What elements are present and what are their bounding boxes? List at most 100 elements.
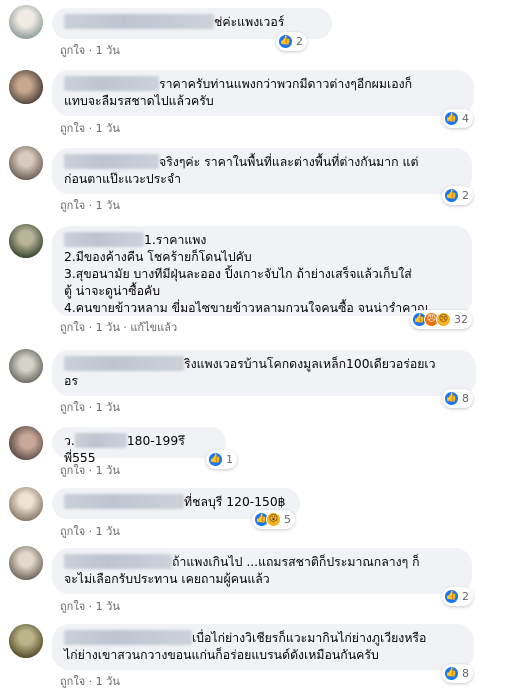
reaction-summary[interactable]: 👍 2 xyxy=(442,186,473,205)
reaction-count: 4 xyxy=(462,112,469,125)
reaction-summary[interactable]: 👍 2 xyxy=(442,587,473,606)
author-name[interactable] xyxy=(64,630,192,645)
like-icon: 👍 xyxy=(444,391,459,406)
avatar[interactable] xyxy=(9,70,43,104)
reaction-count: 8 xyxy=(462,667,469,680)
separator: · xyxy=(88,525,93,538)
like-icon: 👍 xyxy=(444,188,459,203)
author-name[interactable] xyxy=(64,494,184,509)
comment-time[interactable]: 1 วัน xyxy=(96,401,120,415)
comment-actions: ถูกใจ · 1 วัน xyxy=(60,600,120,614)
reaction-summary[interactable]: 👍 😮 5 xyxy=(252,510,295,529)
reaction-count: 2 xyxy=(296,35,303,48)
comment-text-line: ที่ชลบุรี 120-150฿ xyxy=(184,495,286,509)
author-prefix[interactable]: ว. xyxy=(64,434,75,448)
like-button[interactable]: ถูกใจ xyxy=(60,525,85,539)
like-button[interactable]: ถูกใจ xyxy=(60,44,85,58)
comment-actions: ถูกใจ · 1 วัน · แก้ไขแล้ว xyxy=(60,321,177,335)
wow-icon: 😮 xyxy=(266,512,281,527)
reaction-summary[interactable]: 👍 4 xyxy=(442,109,473,128)
separator: · xyxy=(88,44,93,57)
comment-text-line: ไก่ย่างเขาสวนกวางขอนแก่นก็อร่อยแบรนด์ดัง… xyxy=(64,648,379,662)
reaction-count: 2 xyxy=(462,590,469,603)
avatar[interactable] xyxy=(9,546,43,580)
like-icon: 👍 xyxy=(444,666,459,681)
comment-text-line: จะไม่เลือกรับประทาน เคยถามผู้คนแล้ว xyxy=(64,572,270,586)
reaction-summary[interactable]: 👍 8 xyxy=(442,664,473,683)
separator: · xyxy=(88,199,93,212)
like-icon: 👍 xyxy=(444,111,459,126)
comment-text-line: แทบจะลืมรสชาดไปแล้วครับ xyxy=(64,94,214,108)
separator: · xyxy=(88,401,93,414)
comment-bubble: เบื่อไก่ย่างวิเชียรก็แวะมากินไก่ย่างภูเว… xyxy=(52,624,474,670)
comment-actions: ถูกใจ · 1 วัน xyxy=(60,199,120,213)
comment-text-line: ก่อนตาแป๊ะแวะประจำ xyxy=(64,172,182,186)
author-name[interactable] xyxy=(64,76,159,91)
reaction-summary[interactable]: 👍 😠 😢 32 xyxy=(410,310,472,329)
like-icon: 👍 xyxy=(208,452,223,467)
author-name[interactable] xyxy=(64,154,159,169)
comment-time[interactable]: 1 วัน xyxy=(96,464,120,478)
avatar[interactable] xyxy=(9,146,43,180)
comment-actions: ถูกใจ · 1 วัน xyxy=(60,464,120,478)
comment-text-line: 3.สุขอนามัย บางทีมีฝุ่นละออง ปิ้งเกาะจับ… xyxy=(64,267,412,281)
sad-icon: 😢 xyxy=(436,312,451,327)
comment-text-line: ช่ค่ะแพงเวอร์ xyxy=(214,15,285,29)
like-button[interactable]: ถูกใจ xyxy=(60,464,85,478)
comment-time[interactable]: 1 วัน xyxy=(96,321,120,335)
comment-text-line: เบื่อไก่ย่างวิเชียรก็แวะมากินไก่ย่างภูเว… xyxy=(192,631,427,645)
comment-bubble: ถ้าแพงเกินไป ...แถมรสชาติก็ประมาณกลางๆ ก… xyxy=(52,548,472,594)
author-name[interactable] xyxy=(64,356,184,371)
comment-time[interactable]: 1 วัน xyxy=(96,199,120,213)
avatar[interactable] xyxy=(9,349,43,383)
reaction-count: 8 xyxy=(462,392,469,405)
author-name[interactable] xyxy=(64,232,144,247)
separator: · xyxy=(88,675,93,688)
avatar[interactable] xyxy=(9,426,43,460)
like-button[interactable]: ถูกใจ xyxy=(60,600,85,614)
comment-time[interactable]: 1 วัน xyxy=(96,122,120,136)
comment-time[interactable]: 1 วัน xyxy=(96,44,120,58)
comment-text-line: จริงๆค่ะ ราคาในพื้นที่และต่างพื้นที่ต่าง… xyxy=(159,155,419,169)
comment-text-line: 4.คนขายข้าวหลาม ขี่มอไซขายข้าวหลามกวนใจค… xyxy=(64,301,428,315)
comment-text-line: ถ้าแพงเกินไป ...แถมรสชาติก็ประมาณกลางๆ ก… xyxy=(172,555,420,569)
like-button[interactable]: ถูกใจ xyxy=(60,321,85,335)
reaction-summary[interactable]: 👍 1 xyxy=(206,450,237,469)
comment-bubble: ริงแพงเวอรบ้านโคกดงมูลเหล็ก100เดียวอร่อย… xyxy=(52,350,476,396)
comment-bubble: 1.ราคาแพง 2.มีของค้างคืน โชคร้ายก็โดนไปค… xyxy=(52,226,472,316)
comment-text-line: ราคาครับท่านแพงกว่าพวกมีดาวต่างๆอีกผมเอง… xyxy=(159,77,413,91)
comment-bubble: จริงๆค่ะ ราคาในพื้นที่และต่างพื้นที่ต่าง… xyxy=(52,148,472,194)
reaction-count: 1 xyxy=(226,453,233,466)
avatar[interactable] xyxy=(9,624,43,658)
separator: · xyxy=(123,321,127,334)
comment-bubble: ว. 180-199รึพี่555 xyxy=(52,427,226,465)
comment-actions: ถูกใจ · 1 วัน xyxy=(60,675,120,689)
comment-text-line: 2.มีของค้างคืน โชคร้ายก็โดนไปคับ xyxy=(64,250,252,264)
comment-bubble: ราคาครับท่านแพงกว่าพวกมีดาวต่างๆอีกผมเอง… xyxy=(52,70,474,116)
reaction-summary[interactable]: 👍 8 xyxy=(442,389,473,408)
comment-time[interactable]: 1 วัน xyxy=(96,600,120,614)
comment-actions: ถูกใจ · 1 วัน xyxy=(60,122,120,136)
like-button[interactable]: ถูกใจ xyxy=(60,199,85,213)
like-button[interactable]: ถูกใจ xyxy=(60,675,85,689)
comment-actions: ถูกใจ · 1 วัน xyxy=(60,44,120,58)
avatar[interactable] xyxy=(9,5,43,39)
avatar[interactable] xyxy=(9,224,43,258)
like-icon: 👍 xyxy=(444,589,459,604)
avatar[interactable] xyxy=(9,487,43,521)
like-button[interactable]: ถูกใจ xyxy=(60,122,85,136)
reaction-summary[interactable]: 👍 2 xyxy=(276,32,307,51)
separator: · xyxy=(88,600,93,613)
comment-time[interactable]: 1 วัน xyxy=(96,525,120,539)
author-name[interactable] xyxy=(64,14,214,29)
comment-actions: ถูกใจ · 1 วัน xyxy=(60,401,120,415)
comment-text-line: ริงแพงเวอรบ้านโคกดงมูลเหล็ก100เดียวอร่อย… xyxy=(184,357,436,371)
comment-text-line: ตู้ น่าจะดูน่าซื้อคับ xyxy=(64,284,161,298)
author-name[interactable] xyxy=(74,433,127,448)
author-name[interactable] xyxy=(64,554,172,569)
comment-time[interactable]: 1 วัน xyxy=(96,675,120,689)
like-button[interactable]: ถูกใจ xyxy=(60,401,85,415)
comment-actions: ถูกใจ · 1 วัน xyxy=(60,525,120,539)
edited-label[interactable]: แก้ไขแล้ว xyxy=(130,321,177,335)
separator: · xyxy=(88,122,93,135)
